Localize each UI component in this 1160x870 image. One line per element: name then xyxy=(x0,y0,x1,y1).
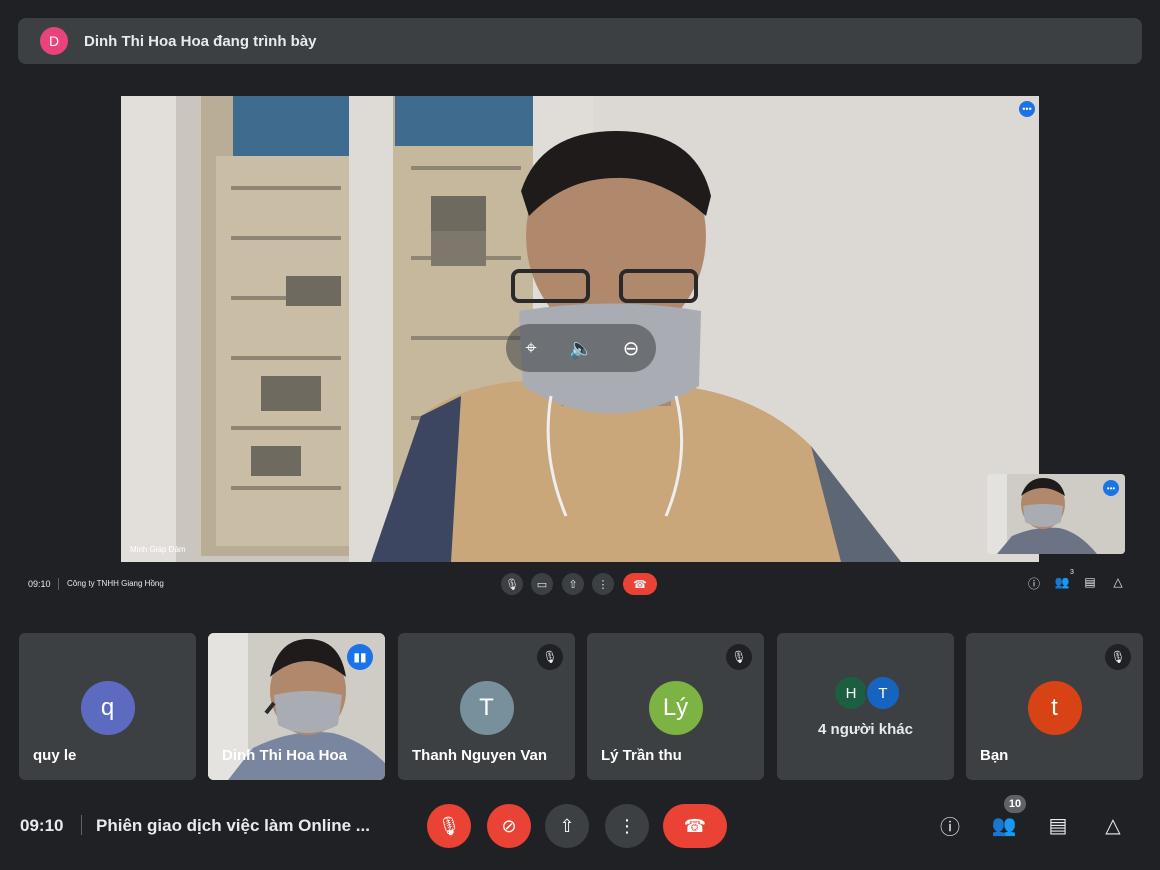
participant-name: Lý Trần thu xyxy=(601,747,682,764)
mini-info-icon[interactable]: ⓘ xyxy=(1026,575,1042,592)
mini-more-icon[interactable]: ⋮ xyxy=(592,573,614,595)
mic-off-icon: 🎙 xyxy=(1105,644,1131,670)
participant-avatar: q xyxy=(80,681,135,735)
participant-tile[interactable]: q quy le xyxy=(19,633,196,780)
presenter-avatar: D xyxy=(40,27,68,55)
info-button[interactable]: ⓘ xyxy=(936,811,964,839)
inner-control-bar: 09:10 Công ty TNHH Giang Hồng 🎙 ▭ ⇧ ⋮ ☎ … xyxy=(0,569,1160,600)
present-button[interactable]: ⇧ xyxy=(545,804,589,848)
pin-off-icon[interactable]: ⌖ xyxy=(516,337,546,360)
volume-icon[interactable]: 🔈 xyxy=(566,336,596,361)
meeting-time: 09:10 xyxy=(20,816,64,835)
presenter-text: Dinh Thi Hoa Hoa đang trình bày xyxy=(84,32,317,50)
mini-camera-icon[interactable]: ▭ xyxy=(531,573,553,595)
mic-toggle-button[interactable]: 🎙 xyxy=(427,804,471,848)
mic-off-icon: 🎙 xyxy=(437,815,461,836)
more-vert-icon: ⋮ xyxy=(618,815,636,836)
others-label: 4 người khác xyxy=(818,721,913,738)
mini-time: 09:10 xyxy=(28,579,51,589)
mic-off-icon: 🎙 xyxy=(726,644,752,670)
camera-toggle-button[interactable]: ⊘ xyxy=(487,804,531,848)
mini-activities-icon[interactable]: △ xyxy=(1110,575,1126,589)
activities-icon: △ xyxy=(1105,814,1121,837)
people-icon: 👥 xyxy=(991,814,1017,837)
participant-tile-self[interactable]: 🎙 t Bạn xyxy=(966,633,1143,780)
activities-button[interactable]: △ xyxy=(1099,811,1127,839)
call-end-icon: ☎ xyxy=(683,815,707,836)
present-screen-icon: ⇧ xyxy=(559,815,575,836)
bottom-separator xyxy=(81,815,82,835)
participant-avatar: T xyxy=(865,675,901,711)
mini-mic-icon[interactable]: 🎙 xyxy=(501,573,523,595)
mini-chat-icon[interactable]: ▤ xyxy=(1082,575,1098,589)
end-call-button[interactable]: ☎ xyxy=(663,804,727,848)
mini-meeting-title: Công ty TNHH Giang Hồng xyxy=(67,579,164,588)
minimize-icon[interactable]: ⊖ xyxy=(616,336,646,361)
self-view[interactable]: ••• xyxy=(987,474,1125,554)
participant-name: Bạn xyxy=(980,747,1009,764)
stage-participant-name: Minh Giáp Đàm xyxy=(130,545,186,554)
mini-separator xyxy=(58,578,59,590)
participant-avatar: H xyxy=(833,675,869,711)
participant-avatar: T xyxy=(459,681,514,735)
presenter-banner: D Dinh Thi Hoa Hoa đang trình bày xyxy=(18,18,1142,64)
participant-avatar: t xyxy=(1027,681,1082,735)
more-options-button[interactable]: ⋮ xyxy=(605,804,649,848)
meeting-title: Phiên giao dịch việc làm Online ... xyxy=(96,816,370,835)
chat-button[interactable]: ▤ xyxy=(1044,811,1072,839)
participant-tile[interactable]: 🎙 Lý Lý Trần thu xyxy=(587,633,764,780)
more-options-icon[interactable]: ••• xyxy=(1019,101,1035,117)
participant-tile-video[interactable]: ▮▮ Dinh Thi Hoa Hoa xyxy=(208,633,385,780)
mini-end-call-icon[interactable]: ☎ xyxy=(623,573,657,595)
participant-name: quy le xyxy=(33,747,77,764)
mini-participant-count: 3 xyxy=(1070,569,1074,576)
others-tile[interactable]: H T 4 người khác xyxy=(777,633,954,780)
mini-people-icon[interactable]: 👥 xyxy=(1054,575,1070,589)
mini-present-icon[interactable]: ⇧ xyxy=(562,573,584,595)
participant-avatar: Lý xyxy=(648,681,703,735)
participant-tile[interactable]: 🎙 T Thanh Nguyen Van xyxy=(398,633,575,780)
main-video[interactable]: ••• ⌖ 🔈 ⊖ Minh Giáp Đàm xyxy=(121,96,1039,562)
participant-count-badge: 10 xyxy=(1004,795,1026,813)
speaking-indicator-icon: ▮▮ xyxy=(347,644,373,670)
chat-icon: ▤ xyxy=(1048,814,1068,837)
camera-off-icon: ⊘ xyxy=(501,815,517,836)
bottom-control-bar: 09:10 Phiên giao dịch việc làm Online ..… xyxy=(0,795,1160,855)
mic-off-icon: 🎙 xyxy=(537,644,563,670)
video-overlay-controls: ⌖ 🔈 ⊖ xyxy=(506,324,656,372)
info-icon: ⓘ xyxy=(940,816,960,839)
people-button[interactable]: 👥 xyxy=(990,811,1018,839)
speaking-indicator-icon: ••• xyxy=(1103,480,1119,496)
participant-name: Dinh Thi Hoa Hoa xyxy=(222,747,347,764)
participant-name: Thanh Nguyen Van xyxy=(412,747,548,764)
